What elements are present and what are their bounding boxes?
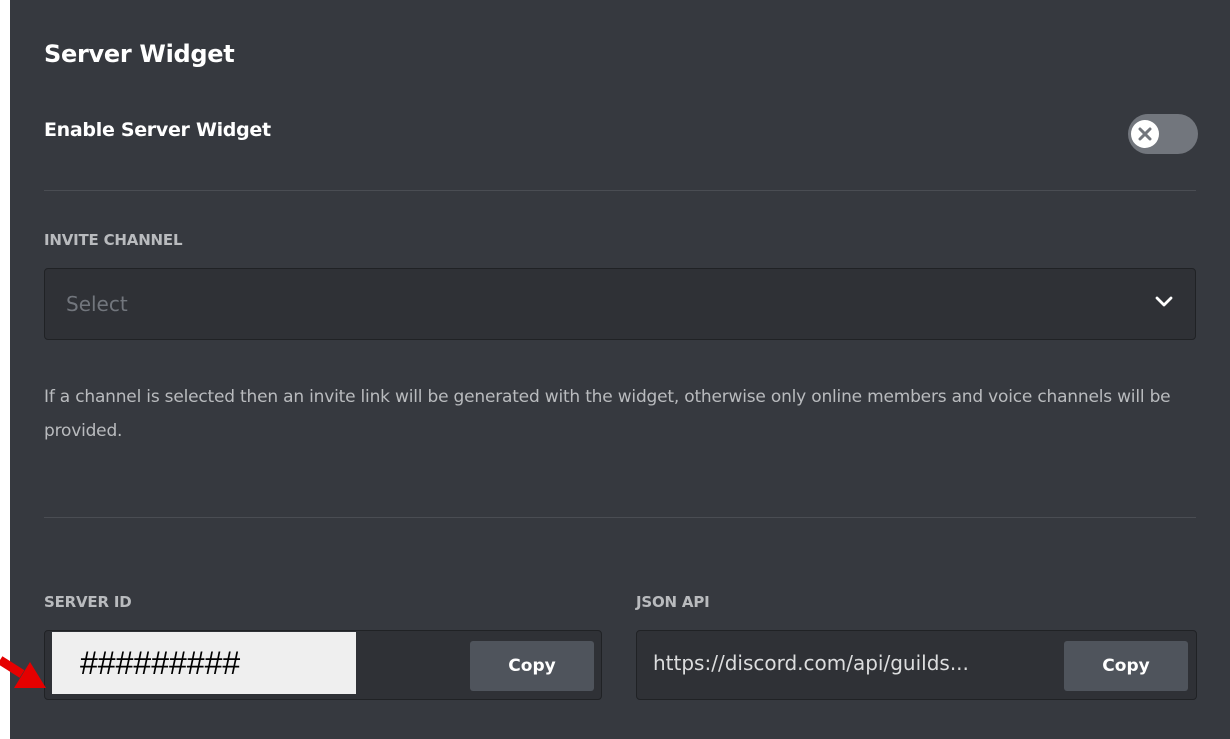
page-title: Server Widget [44, 40, 235, 68]
invite-channel-help-text: If a channel is selected then an invite … [44, 387, 1171, 441]
divider [44, 517, 1196, 518]
divider [44, 190, 1196, 191]
server-id-label: SERVER ID [44, 593, 132, 611]
copy-server-id-button[interactable]: Copy [470, 641, 594, 691]
toggle-knob [1131, 120, 1159, 148]
close-icon [1138, 127, 1152, 141]
server-id-value[interactable]: ######### [52, 632, 356, 694]
select-placeholder: Select [66, 292, 128, 316]
json-api-label: JSON API [636, 593, 710, 611]
invite-channel-label: INVITE CHANNEL [44, 231, 183, 249]
enable-widget-label: Enable Server Widget [44, 119, 271, 141]
copy-json-api-button[interactable]: Copy [1064, 641, 1188, 691]
json-api-value[interactable]: https://discord.com/api/guilds... [653, 651, 969, 675]
invite-channel-select[interactable]: Select [44, 268, 1196, 340]
chevron-down-icon [1155, 296, 1173, 307]
settings-panel [10, 0, 1230, 739]
json-api-field: https://discord.com/api/guilds... Copy [636, 630, 1197, 700]
annotation-arrow [0, 656, 46, 688]
enable-widget-toggle[interactable] [1128, 114, 1198, 154]
